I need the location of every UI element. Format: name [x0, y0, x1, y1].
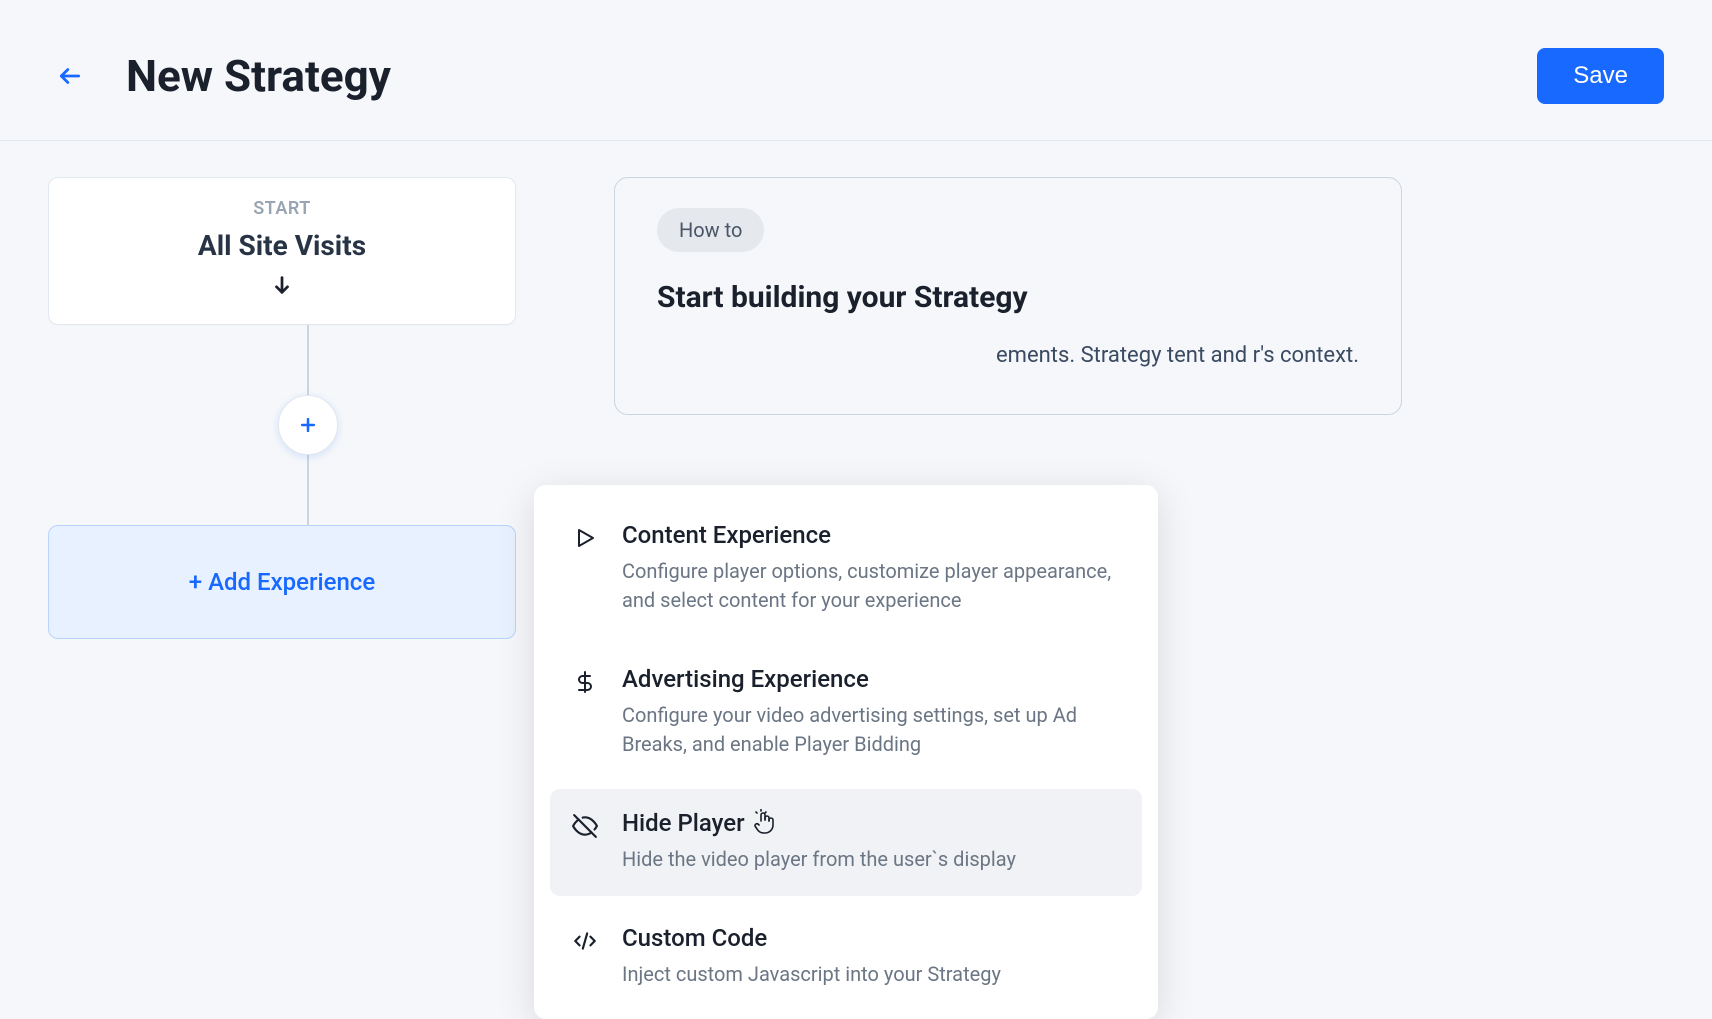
- cursor-pointer-icon: [753, 809, 777, 837]
- arrow-left-icon: [57, 63, 83, 89]
- dropdown-item-advertising-experience[interactable]: Advertising Experience Configure your vi…: [550, 645, 1142, 781]
- play-icon: [570, 523, 600, 553]
- dropdown-item-title: Advertising Experience: [622, 665, 1122, 693]
- connector-line: [307, 325, 309, 525]
- howto-badge: How to: [657, 208, 764, 252]
- start-label: START: [79, 198, 485, 219]
- plus-icon: [298, 415, 318, 435]
- eye-off-icon: [570, 811, 600, 841]
- code-icon: [570, 926, 600, 956]
- back-arrow-button[interactable]: [56, 62, 84, 90]
- add-node-button[interactable]: [278, 395, 338, 455]
- dropdown-item-desc: Configure player options, customize play…: [622, 557, 1122, 615]
- howto-panel: How to Start building your Strategy emen…: [614, 177, 1402, 415]
- save-button[interactable]: Save: [1537, 48, 1664, 104]
- dropdown-item-desc: Hide the video player from the user`s di…: [622, 845, 1122, 874]
- dropdown-item-desc: Inject custom Javascript into your Strat…: [622, 960, 1122, 989]
- dropdown-item-custom-code[interactable]: Custom Code Inject custom Javascript int…: [550, 904, 1142, 1011]
- main-content: START All Site Visits + Add Experience H…: [0, 141, 1712, 675]
- dropdown-item-desc: Configure your video advertising setting…: [622, 701, 1122, 759]
- experience-type-dropdown: Content Experience Configure player opti…: [534, 485, 1158, 1019]
- start-node[interactable]: START All Site Visits: [48, 177, 516, 325]
- dropdown-item-hide-player[interactable]: Hide Player Hide the video player from t…: [550, 789, 1142, 896]
- header: New Strategy Save: [0, 0, 1712, 141]
- howto-body: ements. Strategy tent and r's context.: [657, 337, 1359, 374]
- dollar-icon: [570, 667, 600, 697]
- arrow-down-icon: [271, 274, 293, 296]
- dropdown-item-title: Custom Code: [622, 924, 1122, 952]
- dropdown-item-title: Hide Player: [622, 809, 1122, 837]
- page-title: New Strategy: [126, 50, 1537, 102]
- strategy-canvas: START All Site Visits + Add Experience: [48, 177, 568, 639]
- start-title: All Site Visits: [79, 229, 485, 262]
- add-experience-button[interactable]: + Add Experience: [48, 525, 516, 639]
- dropdown-item-title: Content Experience: [622, 521, 1122, 549]
- dropdown-item-content-experience[interactable]: Content Experience Configure player opti…: [550, 501, 1142, 637]
- howto-title: Start building your Strategy: [657, 280, 1359, 315]
